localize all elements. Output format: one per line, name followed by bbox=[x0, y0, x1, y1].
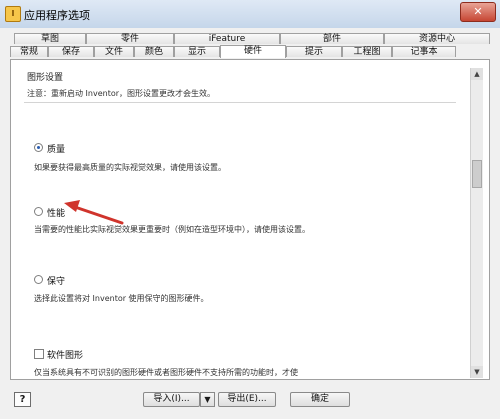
export-button[interactable]: 导出(E)... bbox=[218, 392, 276, 407]
annotation-arrow-icon bbox=[64, 200, 124, 225]
import-dropdown-icon[interactable]: ▼ bbox=[200, 392, 215, 407]
tab-hardware[interactable]: 硬件 bbox=[220, 45, 286, 58]
import-button[interactable]: 导入(I)... bbox=[143, 392, 200, 407]
ok-button[interactable]: 确定 bbox=[290, 392, 350, 407]
help-button[interactable]: ? bbox=[14, 392, 31, 407]
